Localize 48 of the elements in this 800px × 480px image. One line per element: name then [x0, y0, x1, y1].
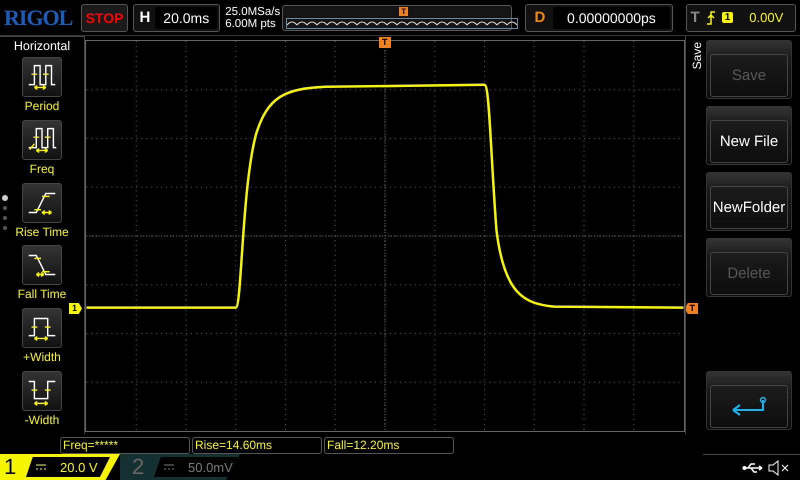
measure-item[interactable]: Period [0, 57, 84, 120]
menu-title: Horizontal [14, 38, 70, 55]
menu-button[interactable]: NewFolder [706, 172, 792, 231]
rising-edge-icon [706, 10, 716, 24]
horizontal-label: H [138, 9, 152, 26]
trigger-panel[interactable]: T 1 0.00V [686, 4, 796, 32]
measurement-readout: Freq=***** [60, 437, 190, 454]
period-measure-icon [22, 57, 62, 97]
trigger-source: 1 [722, 12, 734, 23]
menu-button[interactable]: New File [706, 106, 792, 165]
channel-scale: 20.0 V [60, 460, 98, 474]
measurement-readout: Rise=14.60ms [192, 437, 322, 454]
run-stop-button[interactable]: STOP [80, 4, 128, 32]
channel-tab[interactable]: 1 20.0 V [0, 454, 120, 480]
menu-title: Save [690, 42, 704, 70]
channel-scale: 50.0mV [188, 460, 233, 474]
page-indicator [2, 195, 8, 231]
delay-label: D [533, 9, 546, 26]
measure-item[interactable]: Freq [0, 120, 84, 183]
trigger-level: 0.00V [749, 10, 784, 25]
pwidth-measure-icon [22, 308, 62, 348]
fall-measure-icon [22, 245, 62, 286]
brand-logo: RIGOL [4, 4, 74, 30]
channel-number: 2 [131, 454, 146, 480]
measure-item[interactable]: Rise Time [0, 182, 84, 246]
timebase-panel[interactable]: H 20.0ms [133, 4, 220, 32]
trigger-level-marker: T [684, 303, 698, 314]
trigger-label: T [690, 9, 700, 26]
usb-icon [742, 462, 764, 474]
measure-item[interactable]: -Width [0, 371, 84, 434]
back-button[interactable] [706, 371, 792, 430]
speaker-muted-icon [768, 460, 790, 476]
measurement-readout: Fall=12.20ms [324, 437, 454, 454]
channel-number: 1 [3, 454, 18, 480]
dc-coupling-icon [36, 464, 46, 470]
sample-rate: 25.0MSa/s [225, 6, 278, 18]
trigger-position-marker: T [379, 37, 390, 48]
nwidth-measure-icon [22, 371, 62, 412]
trigger-position-marker: T [399, 6, 408, 16]
freq-measure-icon [22, 120, 62, 160]
rise-measure-icon [22, 182, 62, 223]
memory-depth: 6.00M pts [225, 18, 277, 30]
dc-coupling-icon [164, 464, 174, 470]
timebase-value: 20.0ms [155, 6, 218, 28]
delay-panel[interactable]: D 0.00000000ps [525, 4, 673, 32]
delay-value: 0.00000000ps [553, 6, 670, 28]
channel-marker: 1 [69, 303, 82, 314]
channel-tab[interactable]: 2 50.0mV [120, 454, 240, 480]
